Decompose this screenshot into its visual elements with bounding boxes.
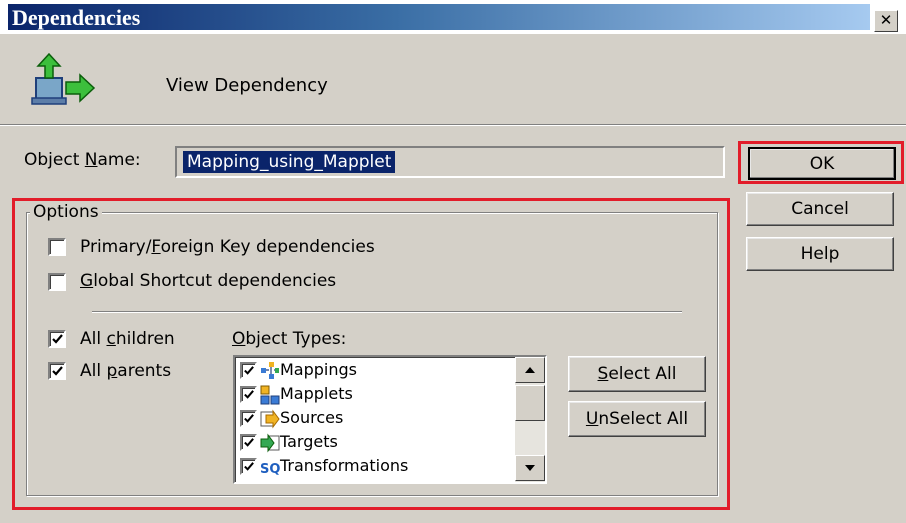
check-icon	[244, 438, 254, 447]
scroll-up-button[interactable]	[515, 357, 545, 383]
all-children-checkbox[interactable]	[48, 330, 66, 348]
list-item-transformations[interactable]: SQ Transformations	[238, 455, 508, 479]
all-parents-label: All parents	[80, 361, 172, 381]
mappings-icon	[261, 362, 279, 379]
help-button[interactable]: Help	[746, 237, 894, 271]
object-types-label: Object Types:	[232, 329, 347, 349]
list-item-label: Sources	[280, 408, 344, 427]
list-scrollbar[interactable]	[515, 357, 545, 482]
object-name-value: Mapping_using_Mapplet	[183, 151, 396, 173]
primary-foreign-key-checkbox[interactable]	[48, 238, 66, 256]
all-parents-checkbox[interactable]	[48, 362, 66, 380]
options-divider	[92, 311, 682, 313]
all-children-label: All children	[80, 329, 175, 349]
scroll-down-button[interactable]	[515, 455, 545, 481]
check-icon	[52, 334, 63, 344]
mapplets-checkbox[interactable]	[240, 386, 257, 403]
list-item-label: Transformations	[280, 456, 409, 475]
header-divider	[0, 124, 906, 126]
sources-checkbox[interactable]	[240, 410, 257, 427]
list-item-sources[interactable]: Sources	[238, 407, 508, 431]
title-bar: Dependencies ✕	[0, 0, 906, 34]
list-item-label: Mapplets	[280, 384, 353, 403]
targets-icon	[260, 433, 280, 453]
arrow-down-icon	[525, 465, 535, 471]
transformations-icon: SQ	[260, 462, 280, 477]
object-types-list[interactable]: Mappings Mapplets Sources Targets SQ Tra…	[233, 355, 547, 484]
list-item-targets[interactable]: Targets	[238, 431, 508, 455]
check-icon	[244, 366, 254, 375]
check-icon	[52, 366, 63, 376]
check-icon	[244, 390, 254, 399]
select-all-button[interactable]: Select All	[568, 356, 706, 392]
window-title: Dependencies	[12, 5, 141, 30]
ok-button[interactable]: OK	[748, 147, 896, 180]
scroll-thumb[interactable]	[515, 385, 545, 421]
options-group-label: Options	[30, 202, 102, 222]
global-shortcut-label: Global Shortcut dependencies	[80, 271, 337, 291]
dependencies-dialog: Dependencies ✕ View Dependency Object Na…	[0, 0, 906, 523]
close-button[interactable]: ✕	[874, 10, 898, 32]
list-item-mappings[interactable]: Mappings	[238, 359, 508, 383]
list-item-mapplets[interactable]: Mapplets	[238, 383, 508, 407]
primary-foreign-key-label: Primary/Foreign Key dependencies	[80, 237, 375, 257]
list-item-label: Targets	[280, 432, 338, 451]
cancel-button[interactable]: Cancel	[746, 192, 894, 226]
global-shortcut-checkbox[interactable]	[48, 273, 66, 291]
check-icon	[244, 462, 254, 471]
check-icon	[244, 414, 254, 423]
unselect-all-button[interactable]: UnSelect All	[568, 401, 706, 437]
view-dependency-icon	[31, 52, 96, 105]
mapplets-icon	[260, 385, 280, 405]
header-text: View Dependency	[166, 75, 328, 96]
sources-icon	[260, 409, 280, 429]
object-name-label: Object Name:	[24, 150, 141, 170]
targets-checkbox[interactable]	[240, 434, 257, 451]
arrow-up-icon	[525, 367, 535, 373]
object-name-field[interactable]: Mapping_using_Mapplet	[175, 146, 725, 178]
mappings-checkbox[interactable]	[240, 362, 257, 379]
transformations-checkbox[interactable]	[240, 458, 257, 475]
list-item-label: Mappings	[280, 360, 357, 379]
svg-text:SQ: SQ	[260, 462, 280, 477]
